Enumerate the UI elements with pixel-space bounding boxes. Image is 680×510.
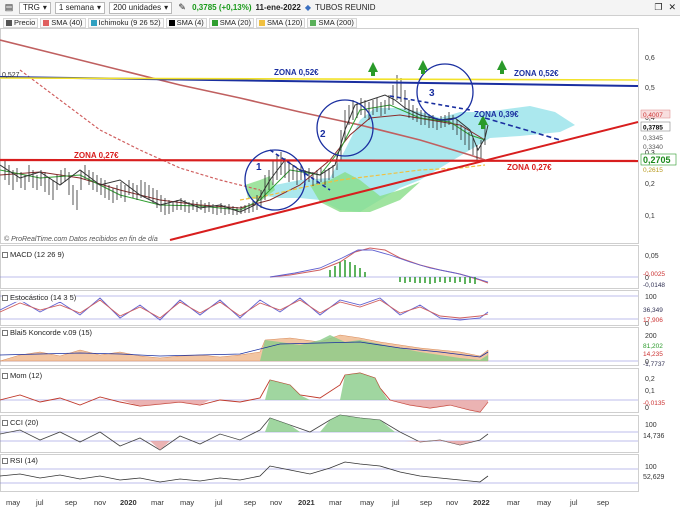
svg-text:may: may (180, 498, 194, 507)
svg-text:nov: nov (446, 498, 458, 507)
zona-052-left-label: ZONA 0,52€ (274, 68, 319, 77)
checkbox-icon (2, 294, 8, 301)
wave-1-label: 1 (256, 162, 262, 173)
macd-panel: 0,05 0 -0,0025 -0,0148 (0, 247, 665, 289)
ichimoku-cloud (258, 106, 575, 212)
svg-text:14,235: 14,235 (643, 351, 663, 358)
svg-text:mar: mar (329, 498, 342, 507)
svg-text:nov: nov (94, 498, 106, 507)
wave-3-label: 3 (429, 88, 435, 99)
svg-text:may: may (537, 498, 551, 507)
koncorde-panel: 200 0 81,202 14,235 -1,7737 (0, 333, 665, 368)
svg-text:may: may (6, 498, 20, 507)
svg-text:81,202: 81,202 (643, 343, 663, 350)
svg-text:0,2: 0,2 (645, 376, 655, 383)
top-left-value: 0,527 (2, 72, 20, 79)
checkbox-icon (2, 457, 8, 464)
svg-text:jul: jul (35, 498, 44, 507)
svg-text:may: may (360, 498, 374, 507)
svg-text:0,3345: 0,3345 (643, 135, 663, 142)
svg-text:0,3785: 0,3785 (643, 125, 663, 132)
svg-text:36,349: 36,349 (643, 307, 663, 314)
svg-text:nov: nov (270, 498, 282, 507)
mom-panel-label[interactable]: Mom (12) (2, 371, 43, 380)
svg-text:-0,0148: -0,0148 (643, 282, 665, 289)
svg-text:jul: jul (391, 498, 400, 507)
up-arrow-icon (368, 62, 378, 76)
svg-text:sep: sep (420, 498, 432, 507)
macd-panel-label[interactable]: MACD (12 26 9) (2, 250, 65, 259)
panel-label-text: Estocástico (14 3 5) (10, 293, 77, 302)
svg-text:mar: mar (507, 498, 520, 507)
sma-dashed-line (19, 69, 261, 191)
zona-052-right-label: ZONA 0,52€ (514, 69, 559, 78)
wave-3-circle (416, 63, 474, 121)
svg-text:sep: sep (597, 498, 609, 507)
panel-label-text: Blai5 Koncorde v.09 (15) (10, 328, 92, 337)
svg-text:jul: jul (214, 498, 223, 507)
svg-text:17,906: 17,906 (643, 317, 663, 324)
svg-text:-0,0025: -0,0025 (643, 271, 665, 278)
zona-027-left-label: ZONA 0,27€ (74, 151, 119, 160)
panel-label-text: Mom (12) (10, 371, 43, 380)
svg-text:0,2615: 0,2615 (643, 167, 663, 174)
checkbox-icon (2, 372, 8, 379)
svg-text:52,629: 52,629 (643, 474, 665, 481)
checkbox-icon (2, 329, 8, 336)
svg-text:2022: 2022 (473, 498, 490, 507)
watermark: © ProRealTime.com Datos recibidos en fin… (4, 235, 158, 243)
panel-label-text: CCI (20) (10, 418, 39, 427)
cci-panel-label[interactable]: CCI (20) (2, 418, 39, 427)
price-chart[interactable]: ZONA 0,52€ ZONA 0,52€ ZONA 0,39€ ZONA 0,… (0, 0, 680, 510)
x-axis: may jul sep nov 2020 mar may jul sep nov… (6, 498, 609, 507)
svg-text:0,4007: 0,4007 (643, 112, 663, 119)
svg-text:jul: jul (569, 498, 578, 507)
zona-027-line (0, 158, 639, 163)
svg-text:0,3340: 0,3340 (643, 144, 663, 151)
rsi-panel: 100 52,629 (0, 461, 665, 484)
svg-text:mar: mar (151, 498, 164, 507)
checkbox-icon (2, 419, 8, 426)
svg-text:0,1: 0,1 (645, 388, 655, 395)
svg-text:200: 200 (645, 333, 657, 340)
up-arrow-icon (497, 60, 507, 74)
stoch-panel-label[interactable]: Estocástico (14 3 5) (2, 293, 77, 302)
svg-text:0,05: 0,05 (645, 253, 659, 260)
svg-text:2021: 2021 (298, 498, 315, 507)
svg-text:100: 100 (645, 422, 657, 429)
wave-1-circle (244, 149, 306, 211)
svg-text:0,2: 0,2 (645, 181, 655, 188)
panel-frames (0, 28, 639, 492)
svg-text:sep: sep (65, 498, 77, 507)
svg-text:sep: sep (244, 498, 256, 507)
svg-text:100: 100 (645, 464, 657, 471)
svg-text:-0,0135: -0,0135 (643, 400, 665, 407)
svg-text:100: 100 (645, 294, 657, 301)
panel-label-text: MACD (12 26 9) (10, 250, 65, 259)
svg-text:0,6: 0,6 (645, 55, 655, 62)
wave-2-label: 2 (320, 129, 326, 140)
zona-052-yellow-line (0, 77, 639, 81)
up-arrow-icon (418, 60, 428, 74)
svg-text:-1,7737: -1,7737 (643, 361, 665, 368)
panel-label-text: RSI (14) (10, 456, 38, 465)
koncorde-panel-label[interactable]: Blai5 Koncorde v.09 (15) (2, 328, 92, 337)
svg-text:0,5: 0,5 (645, 85, 655, 92)
svg-text:0,1: 0,1 (645, 213, 655, 220)
stochastic-panel: 100 0 36,349 17,906 (0, 294, 663, 328)
cci-panel: 100 14,736 (0, 414, 665, 451)
checkbox-icon (2, 251, 8, 258)
svg-text:14,736: 14,736 (643, 433, 665, 440)
rsi-panel-label[interactable]: RSI (14) (2, 456, 38, 465)
momentum-panel: 0,2 0,1 0 -0,0135 (0, 372, 665, 413)
svg-text:2020: 2020 (120, 498, 137, 507)
svg-text:0,2705: 0,2705 (643, 155, 671, 165)
zona-027-right-label: ZONA 0,27€ (507, 163, 552, 172)
zona-039-label: ZONA 0,39€ (474, 110, 519, 119)
